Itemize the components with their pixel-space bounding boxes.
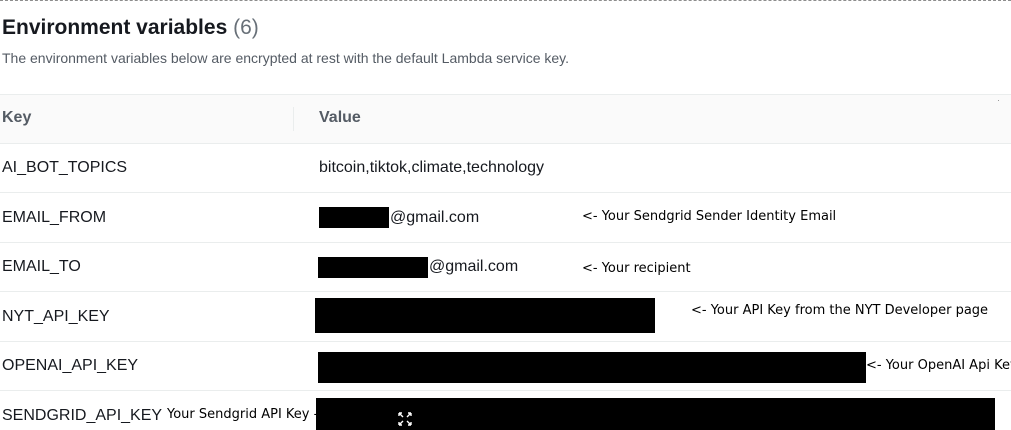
- variable-count: (6): [233, 16, 259, 39]
- row-value: @gmail.com: [429, 258, 519, 275]
- section-title: Environment variables (6): [2, 16, 259, 40]
- row-value: @gmail.com: [390, 209, 480, 226]
- annotation-note: <- Your OpenAI Api Key: [866, 358, 1011, 373]
- column-header-key[interactable]: Key: [2, 109, 31, 127]
- table-row: EMAIL_FROM @gmail.com <- Your Sendgrid S…: [0, 193, 1011, 243]
- redaction-box: [318, 352, 866, 383]
- column-divider[interactable]: [293, 107, 294, 131]
- header-dot: [998, 100, 999, 101]
- row-key: EMAIL_TO: [2, 258, 81, 275]
- row-value: bitcoin,tiktok,climate,technology: [319, 159, 544, 176]
- table-row: EMAIL_TO @gmail.com <- Your recipient: [0, 242, 1011, 292]
- row-key: NYT_API_KEY: [2, 308, 110, 325]
- annotation-note: <- Your Sendgrid Sender Identity Email: [582, 209, 837, 224]
- row-key: OPENAI_API_KEY: [2, 357, 139, 374]
- section-description: The environment variables below are encr…: [2, 50, 570, 66]
- title-text: Environment variables: [2, 16, 228, 39]
- annotation-note: Your Sendgrid API Key -: [167, 407, 319, 422]
- move-arrows-icon[interactable]: [398, 412, 412, 426]
- redaction-box: [315, 298, 655, 333]
- row-key: EMAIL_FROM: [2, 209, 107, 226]
- annotation-note: <- Your recipient: [582, 261, 691, 276]
- column-header-value[interactable]: Value: [319, 109, 361, 127]
- annotation-note: <- Your API Key from the NYT Developer p…: [691, 303, 989, 318]
- dashed-top-border: [0, 0, 1011, 1]
- row-key: AI_BOT_TOPICS: [2, 159, 128, 176]
- table-row: AI_BOT_TOPICS bitcoin,tiktok,climate,tec…: [0, 143, 1011, 193]
- redaction-box: [316, 398, 995, 430]
- redaction-box: [319, 207, 389, 228]
- table-row: NYT_API_KEY <- Your API Key from the NYT…: [0, 292, 1011, 342]
- table-row: SENDGRID_API_KEY Your Sendgrid API Key -: [0, 391, 1011, 430]
- table-row: OPENAI_API_KEY <- Your OpenAI Api Key: [0, 341, 1011, 391]
- row-key: SENDGRID_API_KEY: [2, 407, 163, 424]
- redaction-box: [318, 257, 428, 278]
- table-header: Key Value: [0, 94, 1011, 144]
